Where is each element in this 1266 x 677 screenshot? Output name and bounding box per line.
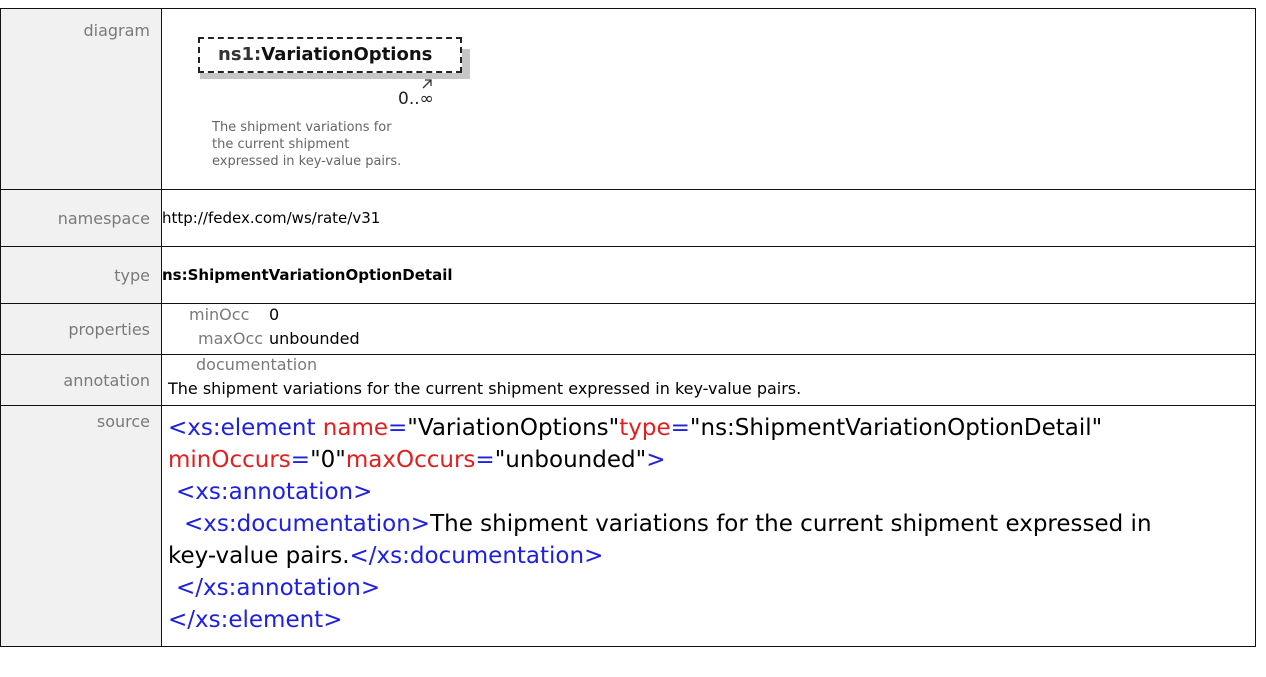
type-attribute: type (619, 415, 671, 441)
name-attribute-value: "VariationOptions" (407, 415, 620, 441)
type-attribute-value: "ns:ShipmentVariationOptionDetail" (689, 415, 1103, 441)
source-line-6: </xs:annotation> (168, 572, 1249, 604)
documentation-text-part-2: key-value pairs. (168, 543, 350, 569)
documentation-text-part-1: The shipment variations for the current … (430, 511, 1152, 537)
source-row: source <xs:element name="VariationOption… (0, 405, 1256, 647)
name-attribute: name (322, 415, 389, 441)
source-line-7: </xs:element> (168, 604, 1249, 636)
diagram-label: diagram (83, 21, 150, 40)
source-label: source (96, 412, 150, 431)
max-occurs-attribute: maxOccurs (345, 447, 476, 473)
properties-label: properties (68, 319, 150, 339)
documentation-text: The shipment variations for the current … (168, 379, 802, 398)
properties-cell: minOcc 0 maxOcc unbounded (161, 303, 1256, 355)
element-open-tag: <xs:element (168, 415, 316, 441)
element-name: VariationOptions (261, 44, 433, 65)
source-cell: <xs:element name="VariationOptions"type=… (161, 405, 1256, 647)
type-value[interactable]: ns:ShipmentVariationOptionDetail (161, 246, 1256, 304)
properties-label-cell: properties (0, 303, 162, 355)
diagram-doc-line: The shipment variations for (212, 120, 392, 135)
namespace-label: namespace (0, 189, 162, 247)
element-prefix: ns1: (218, 44, 262, 65)
type-row: type ns:ShipmentVariationOptionDetail (0, 246, 1256, 304)
diagram-cell: ns1:VariationOptions 0..∞ The shipment v… (161, 8, 1256, 190)
namespace-value: http://fedex.com/ws/rate/v31 (161, 189, 1256, 247)
properties-grid: minOcc 0 maxOcc unbounded (162, 304, 1255, 354)
diagram-documentation: The shipment variations for the current … (212, 119, 482, 170)
diagram-row: diagram ns1:VariationOptions 0..∞ The sh… (0, 8, 1256, 190)
documentation-close-tag: </xs:documentation> (349, 543, 604, 569)
max-occurs-attribute-value: "unbounded" (494, 447, 647, 473)
min-occurs-key: minOcc (189, 305, 250, 324)
min-occurs-attribute-value: "0" (310, 447, 346, 473)
annotation-open-tag: <xs:annotation> (176, 479, 373, 505)
type-label: type (0, 246, 162, 304)
source-line-1: <xs:element name="VariationOptions"type=… (168, 415, 1103, 441)
element-open-tag-close: > (646, 447, 666, 473)
occurrence-label: 0..∞ (398, 89, 434, 109)
source-line-5: key-value pairs.</xs:documentation> (168, 540, 1249, 572)
annotation-cell: documentation The shipment variations fo… (161, 354, 1256, 406)
source-label-cell: source (0, 405, 162, 647)
element-box[interactable]: ns1:VariationOptions (198, 37, 462, 73)
annotation-row: annotation documentation The shipment va… (0, 354, 1256, 406)
annotation-close-tag: </xs:annotation> (176, 575, 381, 601)
source-line-2: minOccurs="0"maxOccurs="unbounded"> (168, 447, 666, 473)
min-occurs-attribute: minOccurs (168, 447, 291, 473)
max-occurs-value: unbounded (269, 329, 360, 348)
diagram-label-cell: diagram (0, 8, 162, 190)
annotation-label: annotation (63, 370, 150, 390)
documentation-key: documentation (196, 355, 318, 374)
namespace-row: namespace http://fedex.com/ws/rate/v31 (0, 189, 1256, 247)
source-line-3: <xs:annotation> (168, 476, 1249, 508)
source-line-4: <xs:documentation>The shipment variation… (168, 508, 1249, 540)
element-close-tag: </xs:element> (168, 607, 343, 633)
top-page-heading-clipped (0, 0, 1266, 8)
min-occurs-value: 0 (269, 305, 280, 324)
documentation-open-tag: <xs:documentation> (184, 511, 431, 537)
element-diagram: ns1:VariationOptions 0..∞ The shipment v… (162, 9, 482, 189)
max-occurs-key: maxOcc (198, 329, 264, 348)
diagram-doc-line: the current shipment (212, 137, 350, 152)
annotation-block: documentation The shipment variations fo… (162, 355, 1255, 405)
diagram-doc-line: expressed in key-value pairs. (212, 154, 402, 169)
schema-element-table: diagram ns1:VariationOptions 0..∞ The sh… (0, 8, 1256, 647)
annotation-label-cell: annotation (0, 354, 162, 406)
xml-source-code: <xs:element name="VariationOptions"type=… (162, 406, 1255, 636)
properties-row: properties minOcc 0 maxOcc unbounded (0, 303, 1256, 355)
